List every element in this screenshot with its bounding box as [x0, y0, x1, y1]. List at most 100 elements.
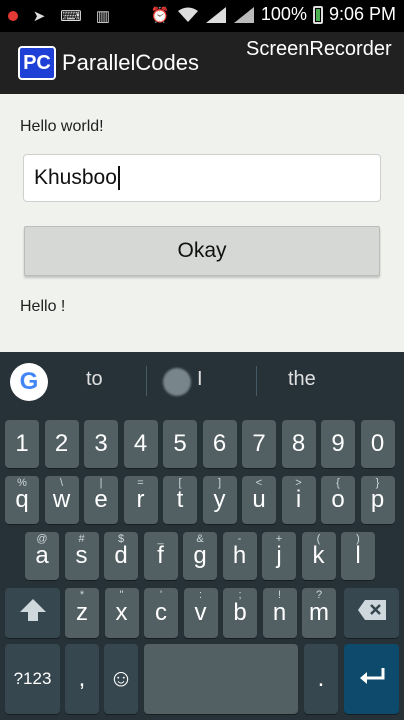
mic-icon: [163, 368, 191, 396]
key-j[interactable]: + j: [262, 532, 296, 580]
key-label: l: [355, 542, 361, 569]
key-u[interactable]: < u: [242, 476, 276, 524]
backspace-key[interactable]: [344, 588, 399, 638]
navigation-icon: ➤: [32, 8, 46, 25]
key-q[interactable]: % q: [5, 476, 39, 524]
okay-button[interactable]: Okay: [24, 226, 380, 276]
key-hint: -: [237, 533, 242, 545]
key-y[interactable]: ] y: [202, 476, 237, 524]
key-label: 2: [54, 430, 69, 457]
key-x[interactable]: " x: [104, 588, 139, 638]
suggestion-2[interactable]: I: [197, 368, 203, 391]
key-label: s: [75, 542, 88, 569]
key-hint: ;: [238, 589, 242, 601]
key-label: j: [276, 542, 282, 569]
comma-key[interactable]: ,: [65, 644, 99, 714]
key-number-3[interactable]: 3: [84, 420, 118, 468]
key-hint: {: [336, 477, 340, 489]
key-n[interactable]: ! n: [262, 588, 297, 638]
key-label: q: [15, 486, 29, 513]
key-label: i: [295, 486, 302, 513]
space-key[interactable]: [144, 644, 298, 714]
key-e[interactable]: | e: [84, 476, 118, 524]
wifi-icon: [177, 5, 199, 25]
key-a[interactable]: @ a: [25, 532, 59, 580]
key-label: n: [272, 599, 287, 626]
key-g[interactable]: & g: [183, 532, 217, 580]
barcode-icon: ▥: [95, 8, 111, 25]
screen-recorder-overlay: ScreenRecorder: [246, 38, 392, 60]
key-label: o: [331, 486, 345, 513]
key-number-7[interactable]: 7: [242, 420, 276, 468]
battery-icon: [312, 5, 323, 24]
key-m[interactable]: ? m: [302, 588, 336, 638]
enter-key[interactable]: [344, 644, 399, 714]
period-key[interactable]: .: [304, 644, 338, 714]
key-label: b: [233, 599, 247, 626]
key-z[interactable]: * z: [65, 588, 99, 638]
key-label: t: [176, 486, 184, 513]
key-hint: !: [277, 589, 282, 601]
key-number-6[interactable]: 6: [202, 420, 237, 468]
key-hint: ': [159, 589, 163, 601]
key-i[interactable]: > i: [281, 476, 316, 524]
key-label: m: [309, 599, 329, 626]
key-t[interactable]: [t: [163, 476, 197, 524]
key-label: c: [155, 599, 167, 626]
key-w[interactable]: \ w: [44, 476, 79, 524]
key-d[interactable]: $ d: [104, 532, 138, 580]
recording-indicator-icon: [8, 11, 18, 21]
key-number-8[interactable]: 8: [281, 420, 316, 468]
key-number-0[interactable]: 0: [360, 420, 395, 468]
key-label: d: [114, 542, 128, 569]
key-number-2[interactable]: 2: [44, 420, 79, 468]
google-icon[interactable]: G: [10, 363, 48, 401]
name-input[interactable]: Khusboo: [23, 154, 381, 202]
key-f[interactable]: _ f: [143, 532, 178, 580]
key-label: p: [370, 486, 385, 513]
key-hint: ?: [315, 589, 323, 601]
key-l[interactable]: ) l: [341, 532, 375, 580]
key-hint: |: [99, 477, 103, 489]
key-hint: =: [137, 477, 144, 489]
key-number-1[interactable]: 1: [5, 420, 39, 468]
key-label: 7: [252, 430, 266, 457]
key-hint: #: [78, 533, 85, 545]
key-hint: $: [117, 533, 125, 545]
key-r[interactable]: = r: [123, 476, 158, 524]
status-bar: ➤ ⌨ ▥ ⏰ 100% 9:06 PM: [0, 0, 404, 32]
key-hint: <: [255, 477, 263, 489]
key-label: 5: [173, 430, 187, 457]
suggestion-1[interactable]: to: [86, 368, 103, 391]
key-label: h: [232, 542, 247, 569]
key-s[interactable]: # s: [64, 532, 99, 580]
app-title: ParallelCodes: [62, 50, 199, 75]
key-label: v: [194, 599, 207, 626]
emoji-icon: ☺: [108, 665, 134, 692]
key-number-5[interactable]: 5: [163, 420, 197, 468]
app-logo-icon: PC: [18, 46, 56, 80]
key-label: u: [252, 486, 266, 513]
key-h[interactable]: -h: [222, 532, 257, 580]
symbols-key[interactable]: ?123: [5, 644, 60, 714]
shift-key[interactable]: [5, 588, 60, 638]
clock: 9:06 PM: [328, 4, 396, 24]
suggestion-divider: [146, 366, 147, 396]
key-k[interactable]: (k: [301, 532, 336, 580]
key-v[interactable]: :v: [183, 588, 218, 638]
suggestion-3[interactable]: the: [288, 368, 316, 391]
key-b[interactable]: ; b: [223, 588, 257, 638]
key-label: a: [35, 542, 49, 569]
alarm-icon: ⏰: [150, 6, 170, 24]
key-p[interactable]: } p: [360, 476, 395, 524]
emoji-key[interactable]: ☺: [104, 644, 138, 714]
key-c[interactable]: ' c: [144, 588, 178, 638]
key-hint: ]: [217, 477, 222, 489]
key-number-9[interactable]: 9: [321, 420, 355, 468]
key-number-4[interactable]: 4: [123, 420, 158, 468]
key-o[interactable]: {o: [321, 476, 355, 524]
key-hint: (: [316, 533, 321, 545]
key-hint: %: [17, 477, 27, 489]
shift-icon: [18, 597, 48, 630]
key-hint: \: [59, 477, 64, 489]
